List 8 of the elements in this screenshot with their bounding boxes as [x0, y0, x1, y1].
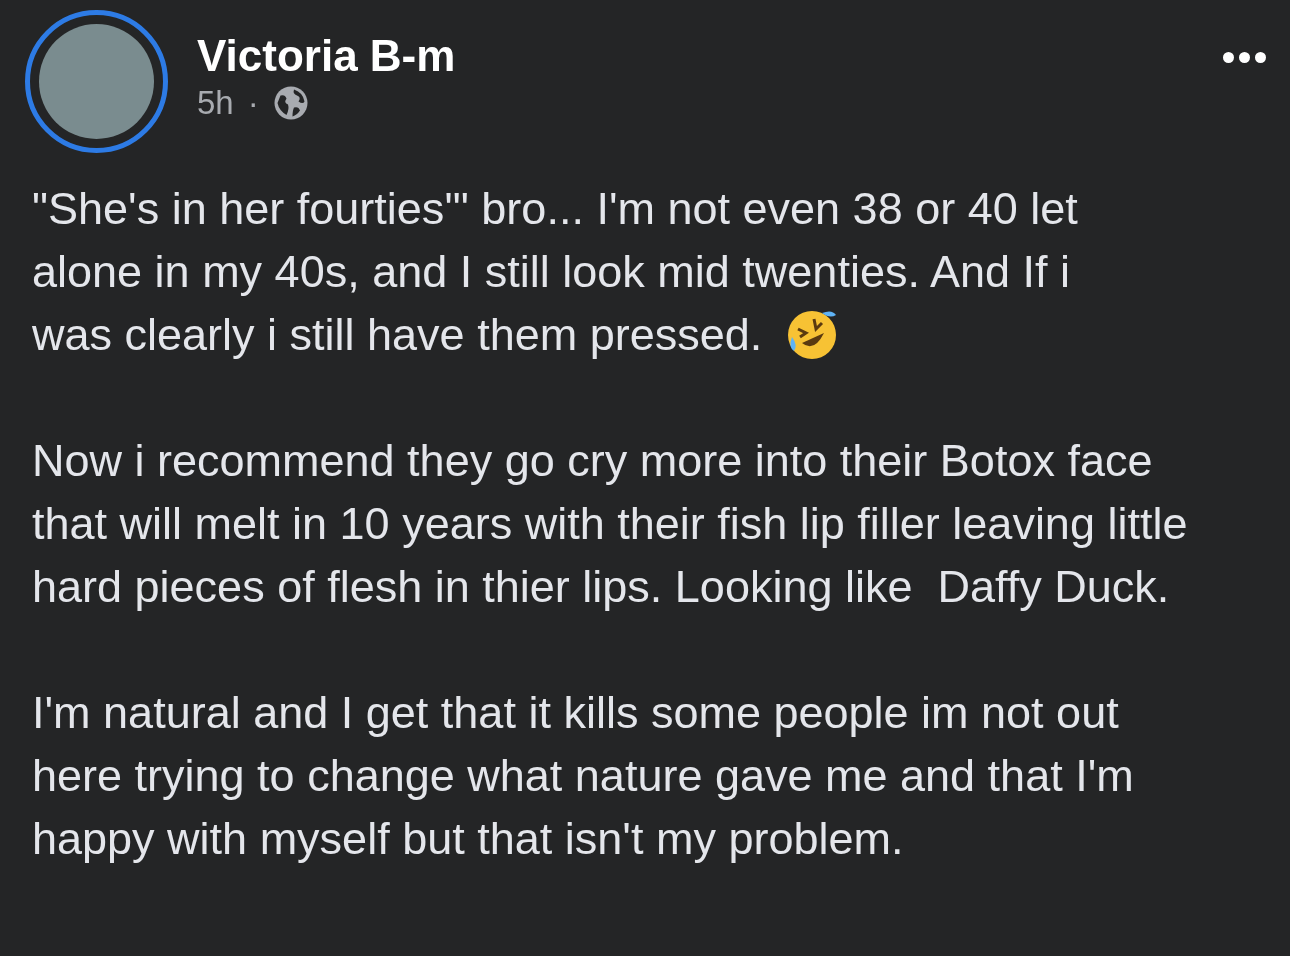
post-time[interactable]: 5h: [197, 83, 234, 123]
author-name[interactable]: Victoria B-m: [197, 30, 1219, 82]
avatar[interactable]: [25, 10, 168, 153]
globe-icon: [272, 85, 309, 121]
post-text: I'm natural and I get that it kills some people im not out here trying to change what nature gave me and that I'm happy with myself but that isn't my problem.: [32, 686, 1135, 866]
post-text: was clearly i still have them pressed.: [32, 308, 763, 362]
separator: ·: [247, 83, 259, 123]
post-text: Now i recommend they go cry more into their Botox face that will melt in 10 years with their fish lip filler leaving little hard pieces of flesh in thier lips. Looking like Daffy Duck.: [32, 434, 1189, 614]
